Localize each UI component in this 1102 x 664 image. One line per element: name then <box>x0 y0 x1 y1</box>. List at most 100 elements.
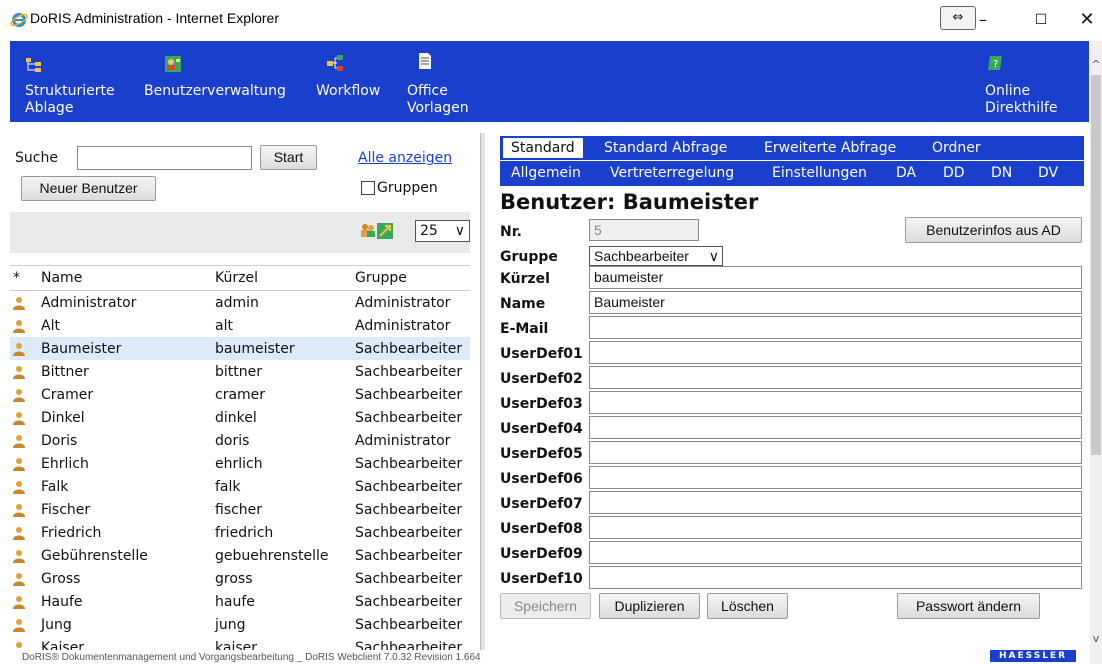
column-header-group[interactable]: Gruppe <box>352 265 470 291</box>
tab-vertreterregelung[interactable]: Vertreterregelung <box>610 165 734 181</box>
row-icon-cell <box>10 452 38 475</box>
field-label: UserDef01 <box>500 346 583 362</box>
start-button[interactable]: Start <box>260 145 317 170</box>
tab-dn[interactable]: DN <box>991 165 1012 181</box>
tab-allgemein[interactable]: Allgemein <box>511 165 581 181</box>
field-input[interactable]: Baumeister <box>589 291 1082 314</box>
group-select-value: Sachbearbeiter <box>594 248 689 264</box>
row-short: haufe <box>215 593 255 610</box>
group-select[interactable]: Sachbearbeiter ∨ <box>589 246 723 266</box>
nav-office-vorlagen[interactable]: Office Vorlagen <box>405 41 485 122</box>
user-icon <box>13 526 25 540</box>
tab-einstellungen[interactable]: Einstellungen <box>772 165 867 181</box>
field-input[interactable] <box>589 441 1082 464</box>
row-name: Administrator <box>41 294 137 311</box>
tab-standard-abfrage[interactable]: Standard Abfrage <box>604 140 727 156</box>
field-input[interactable] <box>589 541 1082 564</box>
scroll-down-icon[interactable]: v <box>1090 632 1102 646</box>
field-label: UserDef05 <box>500 446 583 462</box>
delete-button[interactable]: Löschen <box>707 593 788 619</box>
row-group: Sachbearbeiter <box>355 593 463 610</box>
table-row[interactable]: Baumeister baumeister Sachbearbeiter <box>10 337 470 360</box>
table-row[interactable]: Gebührenstelle gebuehrenstelle Sachbearbei… <box>10 544 470 567</box>
tab-dv[interactable]: DV <box>1038 165 1058 181</box>
row-short: gebuehrenstelle <box>215 547 329 564</box>
table-row[interactable]: Cramer cramer Sachbearbeiter <box>10 383 470 406</box>
new-user-button[interactable]: Neuer Benutzer <box>21 176 156 201</box>
table-row[interactable]: Falk falk Sachbearbeiter <box>10 475 470 498</box>
table-row[interactable]: Fischer fischer Sachbearbeiter <box>10 498 470 521</box>
tab-da[interactable]: DA <box>896 165 916 181</box>
row-icon-cell <box>10 544 38 567</box>
table-row[interactable]: Haufe haufe Sachbearbeiter <box>10 590 470 613</box>
chevron-down-icon: ∨ <box>708 248 719 264</box>
export-icon[interactable] <box>376 222 394 240</box>
table-row[interactable]: Ehrlich ehrlich Sachbearbeiter <box>10 452 470 475</box>
groups-checkbox[interactable] <box>361 181 375 195</box>
close-button[interactable]: ✕ <box>1072 6 1102 34</box>
page-title: Benutzer: Baumeister <box>500 190 759 214</box>
scrollbar-thumb[interactable] <box>1091 75 1101 455</box>
field-input[interactable] <box>589 566 1082 589</box>
scroll-up-icon[interactable]: ^ <box>1090 58 1102 72</box>
footer-text: DoRIS® Dokumentenmanagement und Vorgangs… <box>22 652 481 663</box>
minimize-button[interactable]: – <box>968 6 998 34</box>
field-input[interactable]: baumeister <box>589 266 1082 289</box>
ad-info-button[interactable]: Benutzerinfos aus AD <box>905 217 1082 243</box>
row-name: Doris <box>41 432 78 449</box>
group-label: Gruppe <box>500 249 558 265</box>
column-header-short[interactable]: Kürzel <box>212 265 352 291</box>
brand-logo: HAESSLER <box>990 650 1076 662</box>
table-row[interactable]: Gross gross Sachbearbeiter <box>10 567 470 590</box>
row-short: baumeister <box>212 337 352 360</box>
table-row[interactable]: Bittner bittner Sachbearbeiter <box>10 360 470 383</box>
row-short: alt <box>215 317 233 334</box>
window-title: DoRIS Administration - Internet Explorer <box>30 10 279 26</box>
nav-benutzerverwaltung[interactable]: Benutzerverwaltung <box>135 41 305 101</box>
users-icon[interactable] <box>360 222 376 238</box>
row-short: cramer <box>215 386 266 403</box>
nav-label: Benutzerverwaltung <box>144 83 286 99</box>
show-all-link[interactable]: Alle anzeigen <box>358 150 452 166</box>
row-icon-cell <box>10 498 38 521</box>
tab-ordner[interactable]: Ordner <box>932 140 981 156</box>
field-label: UserDef02 <box>500 371 583 387</box>
panel-splitter[interactable] <box>480 133 485 664</box>
tab-dd[interactable]: DD <box>943 165 965 181</box>
nav-online-direkthilfe[interactable]: ? Online Direkthilfe <box>975 41 1075 122</box>
table-row[interactable]: Alt alt Administrator <box>10 314 470 337</box>
row-group: Sachbearbeiter <box>355 363 463 380</box>
tab-standard[interactable]: Standard <box>502 137 584 159</box>
list-toolbar <box>10 212 470 253</box>
table-row[interactable]: Doris doris Administrator <box>10 429 470 452</box>
field-label: UserDef04 <box>500 421 583 437</box>
table-row[interactable]: Friedrich friedrich Sachbearbeiter <box>10 521 470 544</box>
row-icon-cell <box>10 291 38 315</box>
row-group: Sachbearbeiter <box>355 409 463 426</box>
field-input[interactable] <box>589 341 1082 364</box>
row-name: Falk <box>41 478 69 495</box>
field-input[interactable] <box>589 466 1082 489</box>
change-password-button[interactable]: Passwort ändern <box>897 593 1040 619</box>
save-button[interactable]: Speichern <box>500 593 591 619</box>
row-short: bittner <box>215 363 262 380</box>
field-input[interactable] <box>589 491 1082 514</box>
column-header-name[interactable]: Name <box>38 265 212 291</box>
field-input[interactable] <box>589 316 1082 339</box>
row-group: Sachbearbeiter <box>355 524 463 541</box>
tab-erweiterte-abfrage[interactable]: Erweiterte Abfrage <box>764 140 896 156</box>
duplicate-button[interactable]: Duplizieren <box>599 593 700 619</box>
table-row[interactable]: Jung jung Sachbearbeiter <box>10 613 470 636</box>
nav-workflow[interactable]: Workflow <box>310 41 395 101</box>
row-group: Administrator <box>355 432 451 449</box>
page-size-select[interactable]: 25 ∨ <box>415 220 470 242</box>
nav-strukturierte-ablage[interactable]: Strukturierte Ablage <box>10 41 125 122</box>
field-input[interactable] <box>589 516 1082 539</box>
maximize-button[interactable]: ☐ <box>1026 6 1056 34</box>
table-row[interactable]: Administrator admin Administrator <box>10 291 470 315</box>
field-input[interactable] <box>589 391 1082 414</box>
field-input[interactable] <box>589 416 1082 439</box>
field-input[interactable] <box>589 366 1082 389</box>
search-input[interactable] <box>77 146 252 170</box>
table-row[interactable]: Dinkel dinkel Sachbearbeiter <box>10 406 470 429</box>
